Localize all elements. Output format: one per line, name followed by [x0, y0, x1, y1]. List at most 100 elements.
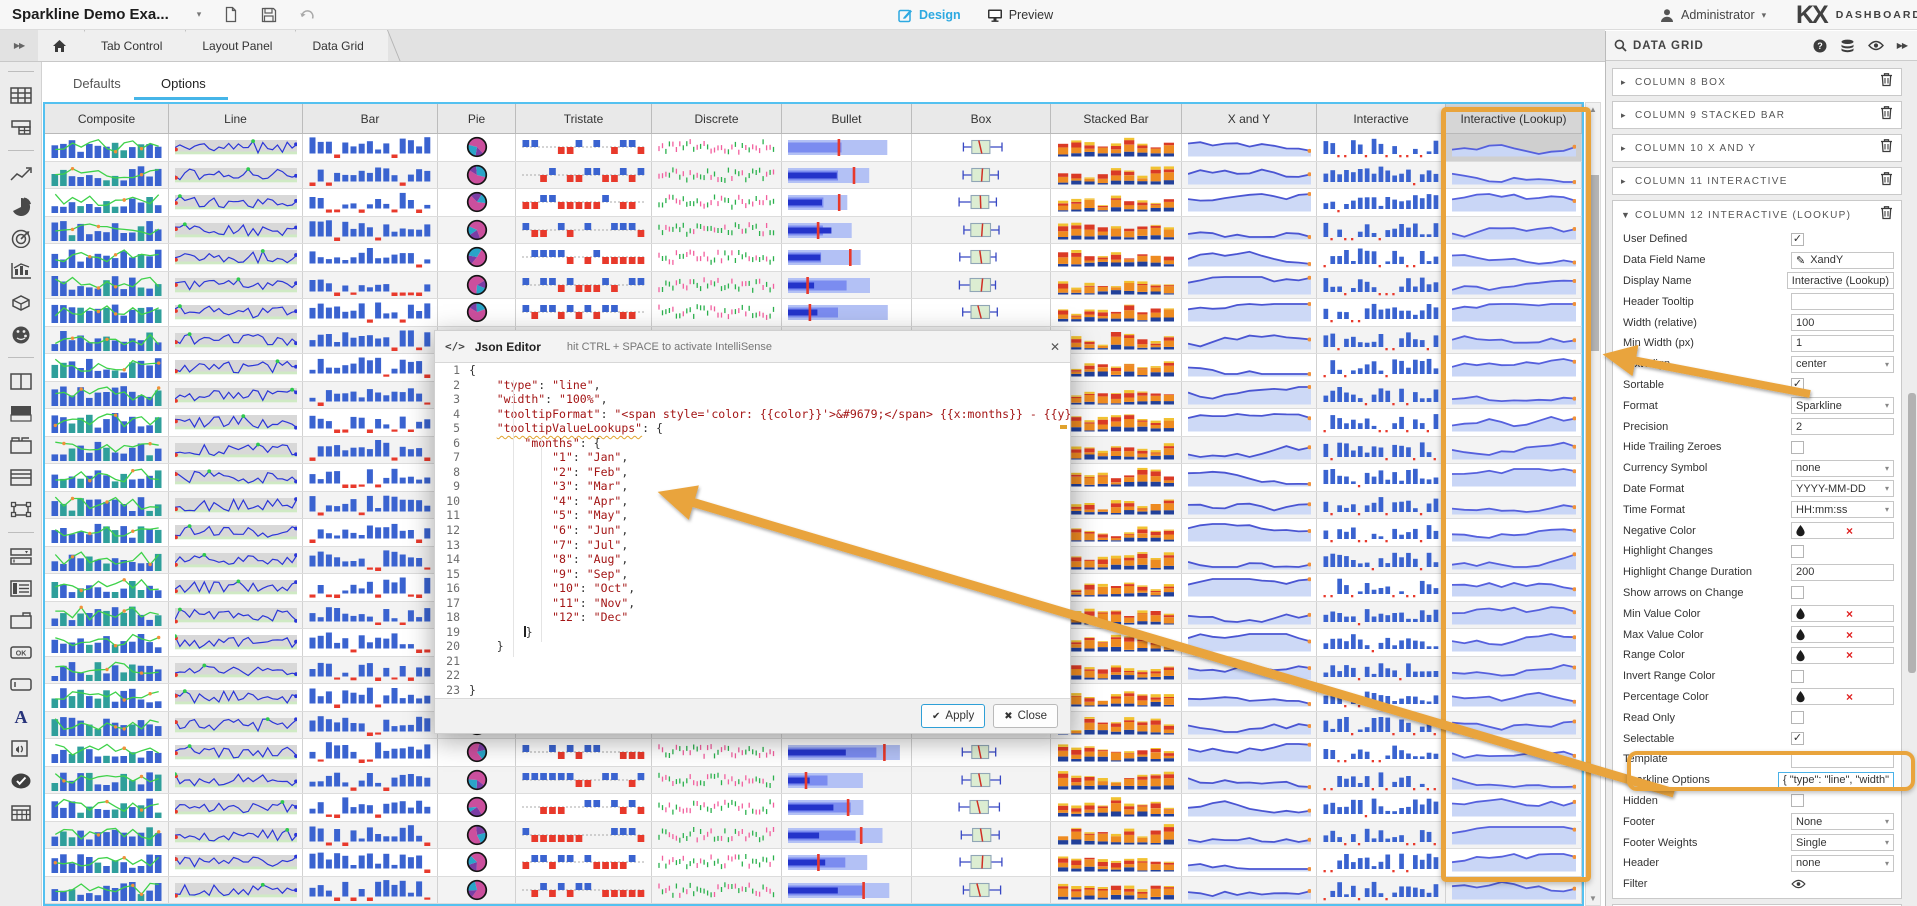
- code-line[interactable]: 1{: [435, 363, 1070, 378]
- panel-scrollbar-thumb[interactable]: [1908, 393, 1916, 673]
- grid-cell[interactable]: [169, 409, 303, 436]
- code-line[interactable]: 8 "2": "Feb",: [435, 465, 1070, 480]
- grid-cell[interactable]: [1446, 492, 1582, 519]
- palette-icon[interactable]: [0, 319, 42, 349]
- grid-cell[interactable]: [169, 492, 303, 519]
- grid-cell[interactable]: [1317, 162, 1446, 189]
- grid-cell[interactable]: [45, 739, 169, 766]
- percentage-color-color-picker[interactable]: ×: [1791, 688, 1894, 705]
- split-panel-icon[interactable]: [0, 366, 42, 396]
- grid-cell[interactable]: [303, 464, 438, 491]
- code-line[interactable]: 14 "8": "Aug",: [435, 552, 1070, 567]
- user-defined-checkbox[interactable]: ✓: [1791, 233, 1804, 246]
- code-line[interactable]: 5 "tooltipValueLookups": {: [435, 421, 1070, 436]
- text-input-icon[interactable]: [0, 669, 42, 699]
- grid-cell[interactable]: [782, 794, 912, 821]
- grid-cell[interactable]: [45, 519, 169, 546]
- code-line[interactable]: 13 "7": "Jul",: [435, 538, 1070, 553]
- grid-cell[interactable]: [1446, 299, 1582, 326]
- visibility-icon[interactable]: [1868, 40, 1884, 51]
- grid-cell[interactable]: [1182, 822, 1317, 849]
- listbox-icon[interactable]: [0, 573, 42, 603]
- grid-cell[interactable]: [516, 739, 652, 766]
- help-icon[interactable]: ?: [1813, 39, 1827, 53]
- grid-cell[interactable]: [169, 244, 303, 271]
- grid-cell[interactable]: [1446, 877, 1582, 904]
- grid-cell[interactable]: [1317, 519, 1446, 546]
- text-block-icon[interactable]: A: [0, 701, 42, 731]
- grid-cell[interactable]: [45, 409, 169, 436]
- grid-cell[interactable]: [912, 272, 1051, 299]
- grid-cell[interactable]: [516, 822, 652, 849]
- delete-column-icon[interactable]: [1880, 205, 1893, 225]
- grid-cell[interactable]: [1051, 299, 1182, 326]
- selectable-checkbox[interactable]: ✓: [1791, 732, 1804, 745]
- grid-cell[interactable]: [1317, 877, 1446, 904]
- min-value-color-color-picker[interactable]: ×: [1791, 605, 1894, 622]
- footer-select[interactable]: None▾: [1791, 813, 1894, 830]
- grid-cell[interactable]: [45, 794, 169, 821]
- code-editor[interactable]: 1{2 "type": "line",3 "width": "100%",4 "…: [435, 363, 1070, 698]
- grid-cell[interactable]: [1446, 602, 1582, 629]
- grid-cell[interactable]: [45, 877, 169, 904]
- grid-cell[interactable]: [652, 217, 782, 244]
- clear-color-icon[interactable]: ×: [1806, 649, 1893, 661]
- grid-cell[interactable]: [516, 767, 652, 794]
- grid-cell[interactable]: [1317, 409, 1446, 436]
- grid-cell[interactable]: [782, 877, 912, 904]
- combo-input-icon[interactable]: [0, 541, 42, 571]
- grid-cell[interactable]: [652, 244, 782, 271]
- grid-cell[interactable]: [169, 629, 303, 656]
- code-line[interactable]: 4 "tooltipFormat": "<span style='color: …: [435, 407, 1070, 422]
- code-line[interactable]: 2 "type": "line",: [435, 378, 1070, 393]
- grid-cell[interactable]: [303, 877, 438, 904]
- grid-cell[interactable]: [169, 519, 303, 546]
- grid-cell[interactable]: [303, 382, 438, 409]
- grid-cell[interactable]: [1446, 327, 1582, 354]
- grid-cell[interactable]: [782, 162, 912, 189]
- grid-cell[interactable]: [169, 189, 303, 216]
- code-line[interactable]: 11 "5": "May",: [435, 508, 1070, 523]
- grid-cell[interactable]: [1051, 794, 1182, 821]
- grid-cell[interactable]: [782, 244, 912, 271]
- grid-cell[interactable]: [303, 574, 438, 601]
- grid-cell[interactable]: [45, 189, 169, 216]
- grid-cell[interactable]: [303, 189, 438, 216]
- grid-cell[interactable]: [1317, 602, 1446, 629]
- grid-cell[interactable]: [303, 217, 438, 244]
- grid-cell[interactable]: [1182, 767, 1317, 794]
- grid-cell[interactable]: [303, 519, 438, 546]
- grid-cell[interactable]: [1182, 739, 1317, 766]
- grid-cell[interactable]: [1446, 684, 1582, 711]
- tab-options[interactable]: Options: [161, 76, 206, 91]
- title-dropdown-icon[interactable]: ▾: [197, 9, 202, 20]
- grid-column-header-pie[interactable]: Pie: [438, 104, 516, 133]
- data-field-name-input[interactable]: ✎XandY: [1791, 252, 1894, 269]
- grid-cell[interactable]: [912, 244, 1051, 271]
- highlight-change-duration-input[interactable]: 200: [1791, 564, 1894, 581]
- grid-cell[interactable]: [1446, 739, 1582, 766]
- grid-cell[interactable]: [438, 794, 516, 821]
- grid-cell[interactable]: [912, 849, 1051, 876]
- column-section-column-10-x-and-y[interactable]: ▸ COLUMN 10 X AND Y: [1612, 134, 1902, 162]
- grid-cell[interactable]: [438, 162, 516, 189]
- grid-cell[interactable]: [169, 327, 303, 354]
- grid-cell[interactable]: [516, 189, 652, 216]
- grid-cell[interactable]: [782, 849, 912, 876]
- grid-cell[interactable]: [516, 272, 652, 299]
- grid-column-header-discrete[interactable]: Discrete: [652, 104, 782, 133]
- tab-panel-icon[interactable]: [0, 430, 42, 460]
- grid-cell[interactable]: [1317, 794, 1446, 821]
- grid-cell[interactable]: [438, 739, 516, 766]
- grid-cell[interactable]: [782, 739, 912, 766]
- grid-cell[interactable]: [169, 354, 303, 381]
- grid-cell[interactable]: [438, 272, 516, 299]
- grid-cell[interactable]: [1317, 684, 1446, 711]
- grid-cell[interactable]: [1051, 849, 1182, 876]
- grid-cell[interactable]: [438, 217, 516, 244]
- grid-cell[interactable]: [1051, 877, 1182, 904]
- grid-cell[interactable]: [303, 244, 438, 271]
- grid-cell[interactable]: [1317, 299, 1446, 326]
- grid-cell[interactable]: [169, 299, 303, 326]
- grid-cell[interactable]: [438, 877, 516, 904]
